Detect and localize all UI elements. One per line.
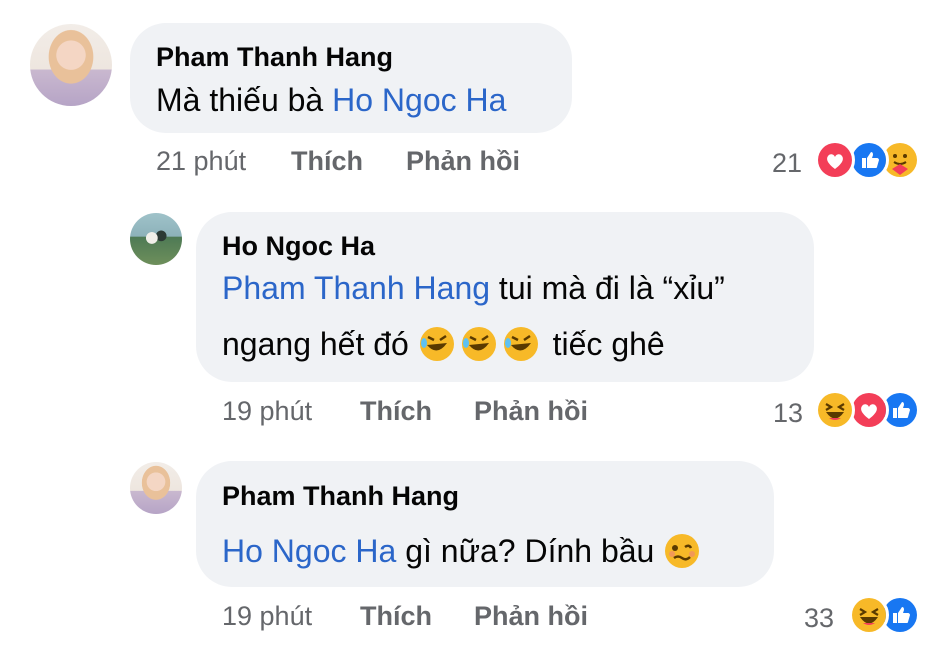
comment-text-plain: ngang hết đó	[222, 326, 418, 362]
reaction-count[interactable]: 33	[804, 603, 834, 634]
reply-button[interactable]: Phản hồi	[474, 396, 588, 427]
comment-time[interactable]: 19 phút	[222, 601, 312, 632]
mention-link[interactable]: Ho Ngoc Ha	[332, 82, 506, 118]
comment-text-plain: tiếc ghê	[543, 326, 665, 362]
rofl-emoji-icon	[419, 327, 454, 361]
heart-icon[interactable]	[849, 390, 889, 430]
comment-time[interactable]: 21 phút	[156, 146, 246, 177]
comment-text: Mà thiếu bà Ho Ngoc Ha	[156, 82, 506, 119]
haha-icon[interactable]	[849, 595, 889, 635]
comment-text-plain: tui mà đi là “xỉu”	[490, 270, 725, 306]
like-icon[interactable]	[849, 140, 889, 180]
comment-text-plain: Mà thiếu bà	[156, 82, 333, 118]
woozy-face-emoji-icon	[665, 534, 700, 568]
like-button[interactable]: Thích	[360, 396, 432, 427]
mention-link[interactable]: Ho Ngoc Ha	[222, 533, 396, 569]
reaction-count[interactable]: 13	[773, 398, 803, 429]
reaction-count[interactable]: 21	[772, 148, 802, 179]
like-button[interactable]: Thích	[360, 601, 432, 632]
comment-author[interactable]: Pham Thanh Hang	[156, 42, 393, 73]
mention-link[interactable]: Pham Thanh Hang	[222, 270, 490, 306]
comment-text: Pham Thanh Hang tui mà đi là “xỉu”	[222, 270, 725, 307]
comment-author[interactable]: Pham Thanh Hang	[222, 481, 459, 512]
heart-icon[interactable]	[815, 140, 855, 180]
comment-text: Ho Ngoc Ha gì nữa? Dính bầu	[222, 532, 705, 570]
comment-text-line: ngang hết đó tiếc ghê	[222, 325, 665, 363]
comment-time[interactable]: 19 phút	[222, 396, 312, 427]
haha-icon[interactable]	[815, 390, 855, 430]
rofl-emoji-icon	[461, 327, 496, 361]
avatar[interactable]	[130, 213, 182, 265]
avatar[interactable]	[130, 462, 182, 514]
comment-text-plain: gì nữa? Dính bầu	[396, 533, 664, 569]
reply-button[interactable]: Phản hồi	[474, 601, 588, 632]
avatar[interactable]	[30, 24, 112, 106]
reply-button[interactable]: Phản hồi	[406, 146, 520, 177]
rofl-emoji-icon	[503, 327, 538, 361]
comment-author[interactable]: Ho Ngoc Ha	[222, 231, 375, 262]
like-button[interactable]: Thích	[291, 146, 363, 177]
